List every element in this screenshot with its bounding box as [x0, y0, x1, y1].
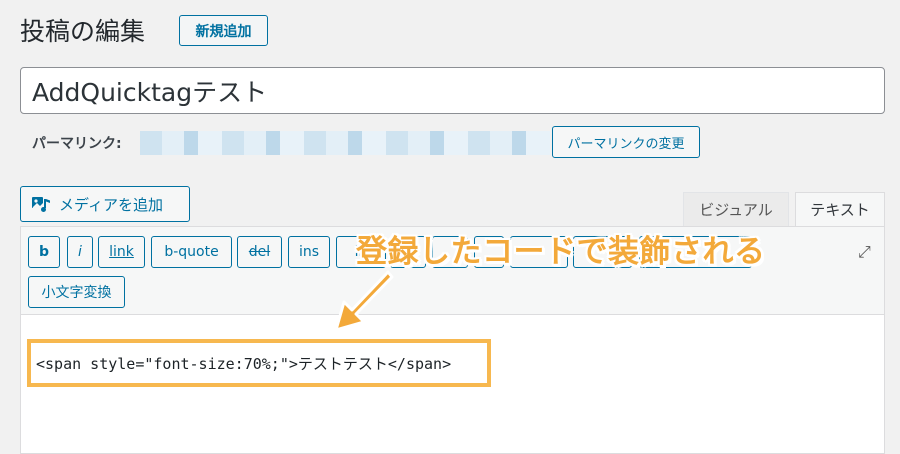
annotation-arrow-icon — [334, 270, 394, 332]
edit-permalink-button[interactable]: パーマリンクの変更 — [552, 126, 700, 158]
add-media-label: メディアを追加 — [59, 195, 163, 214]
quicktag-italic-button[interactable]: i — [67, 236, 93, 268]
post-title-input[interactable]: AddQuicktagテスト — [20, 67, 885, 114]
quicktag-bquote-button[interactable]: b-quote — [151, 236, 232, 268]
media-icon — [32, 197, 50, 212]
permalink-label: パーマリンク: — [32, 136, 122, 152]
page-title: 投稿の編集 — [20, 17, 146, 46]
quicktag-link-button[interactable]: link — [98, 236, 145, 268]
tab-visual[interactable]: ビジュアル — [683, 192, 789, 226]
fullscreen-icon[interactable]: ⤢ — [858, 242, 871, 262]
tab-text[interactable]: テキスト — [795, 192, 885, 226]
add-media-button[interactable]: メディアを追加 — [20, 186, 190, 222]
quicktag-ins-button[interactable]: ins — [288, 236, 330, 268]
quicktag-bold-button[interactable]: b — [28, 236, 60, 268]
editor-content-line: <span style="font-size:70%;">テストテスト</spa… — [36, 355, 452, 373]
quicktag-lowercase-button[interactable]: 小文字変換 — [28, 276, 125, 308]
permalink-url-blurred[interactable] — [140, 131, 550, 155]
annotation-callout: 登録したコードで装飾される — [356, 234, 766, 270]
quicktag-del-button[interactable]: del — [237, 236, 282, 268]
add-new-button[interactable]: 新規追加 — [179, 15, 268, 46]
